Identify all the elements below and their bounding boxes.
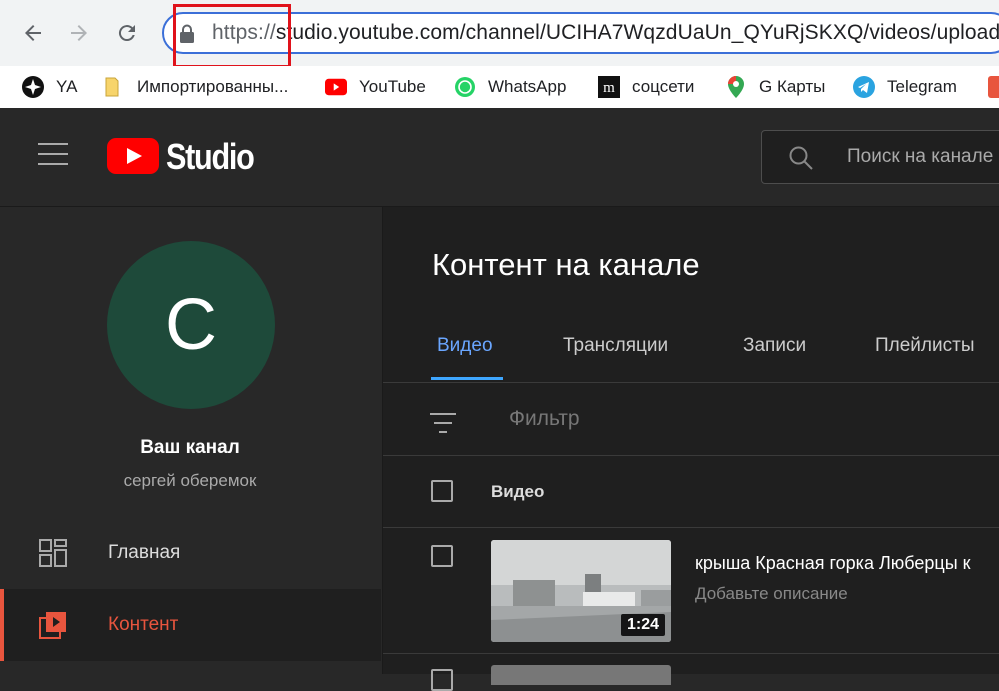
back-arrow-icon[interactable] (18, 18, 48, 48)
bookmark-label: WhatsApp (488, 77, 567, 96)
column-header-video: Видео (491, 482, 545, 501)
bookmark-label: YouTube (359, 77, 426, 96)
tab-video[interactable]: Видео (437, 335, 493, 357)
divider (383, 382, 999, 383)
bookmark-socseti[interactable]: m соцсети (598, 72, 694, 102)
search-icon (788, 145, 814, 176)
row-checkbox[interactable] (431, 545, 453, 567)
sidebar-item-home[interactable]: Главная (0, 517, 381, 589)
bookmark-ya[interactable]: YA (22, 72, 77, 102)
studio-logo-text[interactable]: Studio (166, 136, 255, 178)
select-all-checkbox[interactable] (431, 480, 453, 502)
folder-icon (103, 76, 125, 98)
tab-posts[interactable]: Записи (743, 335, 806, 357)
menu-icon[interactable] (38, 143, 68, 169)
tab-active-indicator (431, 377, 503, 380)
bookmark-youtube[interactable]: YouTube (325, 72, 426, 102)
video-duration: 1:24 (620, 614, 665, 636)
divider (383, 527, 999, 528)
highlight-box (173, 4, 291, 68)
page-title: Контент на канале (432, 247, 700, 282)
filter-icon[interactable] (429, 411, 457, 440)
url-path: studio.youtube.com/channel/UCIHA7WqzdUaU… (275, 21, 999, 44)
sparkle-icon (22, 76, 44, 98)
bookmark-telegram[interactable]: Telegram (853, 72, 957, 102)
content-icon (38, 610, 68, 640)
bookmark-overflow-icon[interactable] (988, 76, 999, 98)
avatar[interactable]: C (107, 241, 275, 409)
search-placeholder: Поиск на канале (847, 146, 994, 167)
video-description[interactable]: Добавьте описание (695, 584, 848, 604)
sidebar: C Ваш канал сергей оберемок Главная Конт… (0, 207, 383, 674)
whatsapp-icon (454, 76, 476, 98)
bookmark-label: G Карты (759, 77, 826, 96)
sidebar-item-label: Контент (108, 614, 179, 635)
bookmarks-bar: YA Импортированны... YouTube WhatsApp m … (0, 66, 999, 109)
dashboard-icon (38, 538, 68, 568)
video-thumbnail[interactable]: 1:24 (491, 540, 671, 642)
reload-icon[interactable] (112, 18, 142, 48)
svg-text:m: m (603, 80, 615, 96)
video-title[interactable]: крыша Красная горка Люберцы к (695, 553, 971, 574)
divider (383, 653, 999, 654)
bookmark-label: YA (56, 77, 78, 96)
filter-input[interactable]: Фильтр (509, 407, 580, 431)
bookmark-imported[interactable]: Импортированны... (103, 72, 288, 102)
studio-header: Studio Поиск на канале (0, 108, 999, 207)
m-icon: m (598, 76, 620, 98)
row-checkbox[interactable] (431, 669, 453, 691)
divider (383, 455, 999, 456)
channel-owner: сергей оберемок (123, 471, 257, 490)
sidebar-item-label: Главная (108, 542, 181, 563)
bookmark-label: соцсети (632, 77, 695, 96)
browser-toolbar: https://studio.youtube.com/channel/UCIHA… (0, 0, 999, 68)
maps-icon (725, 76, 747, 98)
video-thumbnail[interactable] (491, 665, 671, 685)
bookmark-whatsapp[interactable]: WhatsApp (454, 72, 566, 102)
youtube-icon (325, 76, 347, 98)
forward-arrow-icon[interactable] (64, 18, 94, 48)
bookmark-label: Telegram (887, 77, 957, 96)
url-text[interactable]: https://studio.youtube.com/channel/UCIHA… (212, 21, 999, 45)
bookmark-label: Импортированны... (137, 77, 289, 96)
telegram-icon (853, 76, 875, 98)
bookmark-maps[interactable]: G Карты (725, 72, 825, 102)
tab-playlists[interactable]: Плейлисты (875, 335, 974, 357)
tab-live[interactable]: Трансляции (563, 335, 668, 357)
sidebar-item-content[interactable]: Контент (0, 589, 381, 661)
channel-title: Ваш канал (140, 437, 240, 458)
youtube-logo-icon[interactable] (107, 138, 159, 174)
search-input[interactable]: Поиск на канале (761, 130, 999, 184)
main-content: Контент на канале Видео Трансляции Запис… (383, 207, 999, 691)
